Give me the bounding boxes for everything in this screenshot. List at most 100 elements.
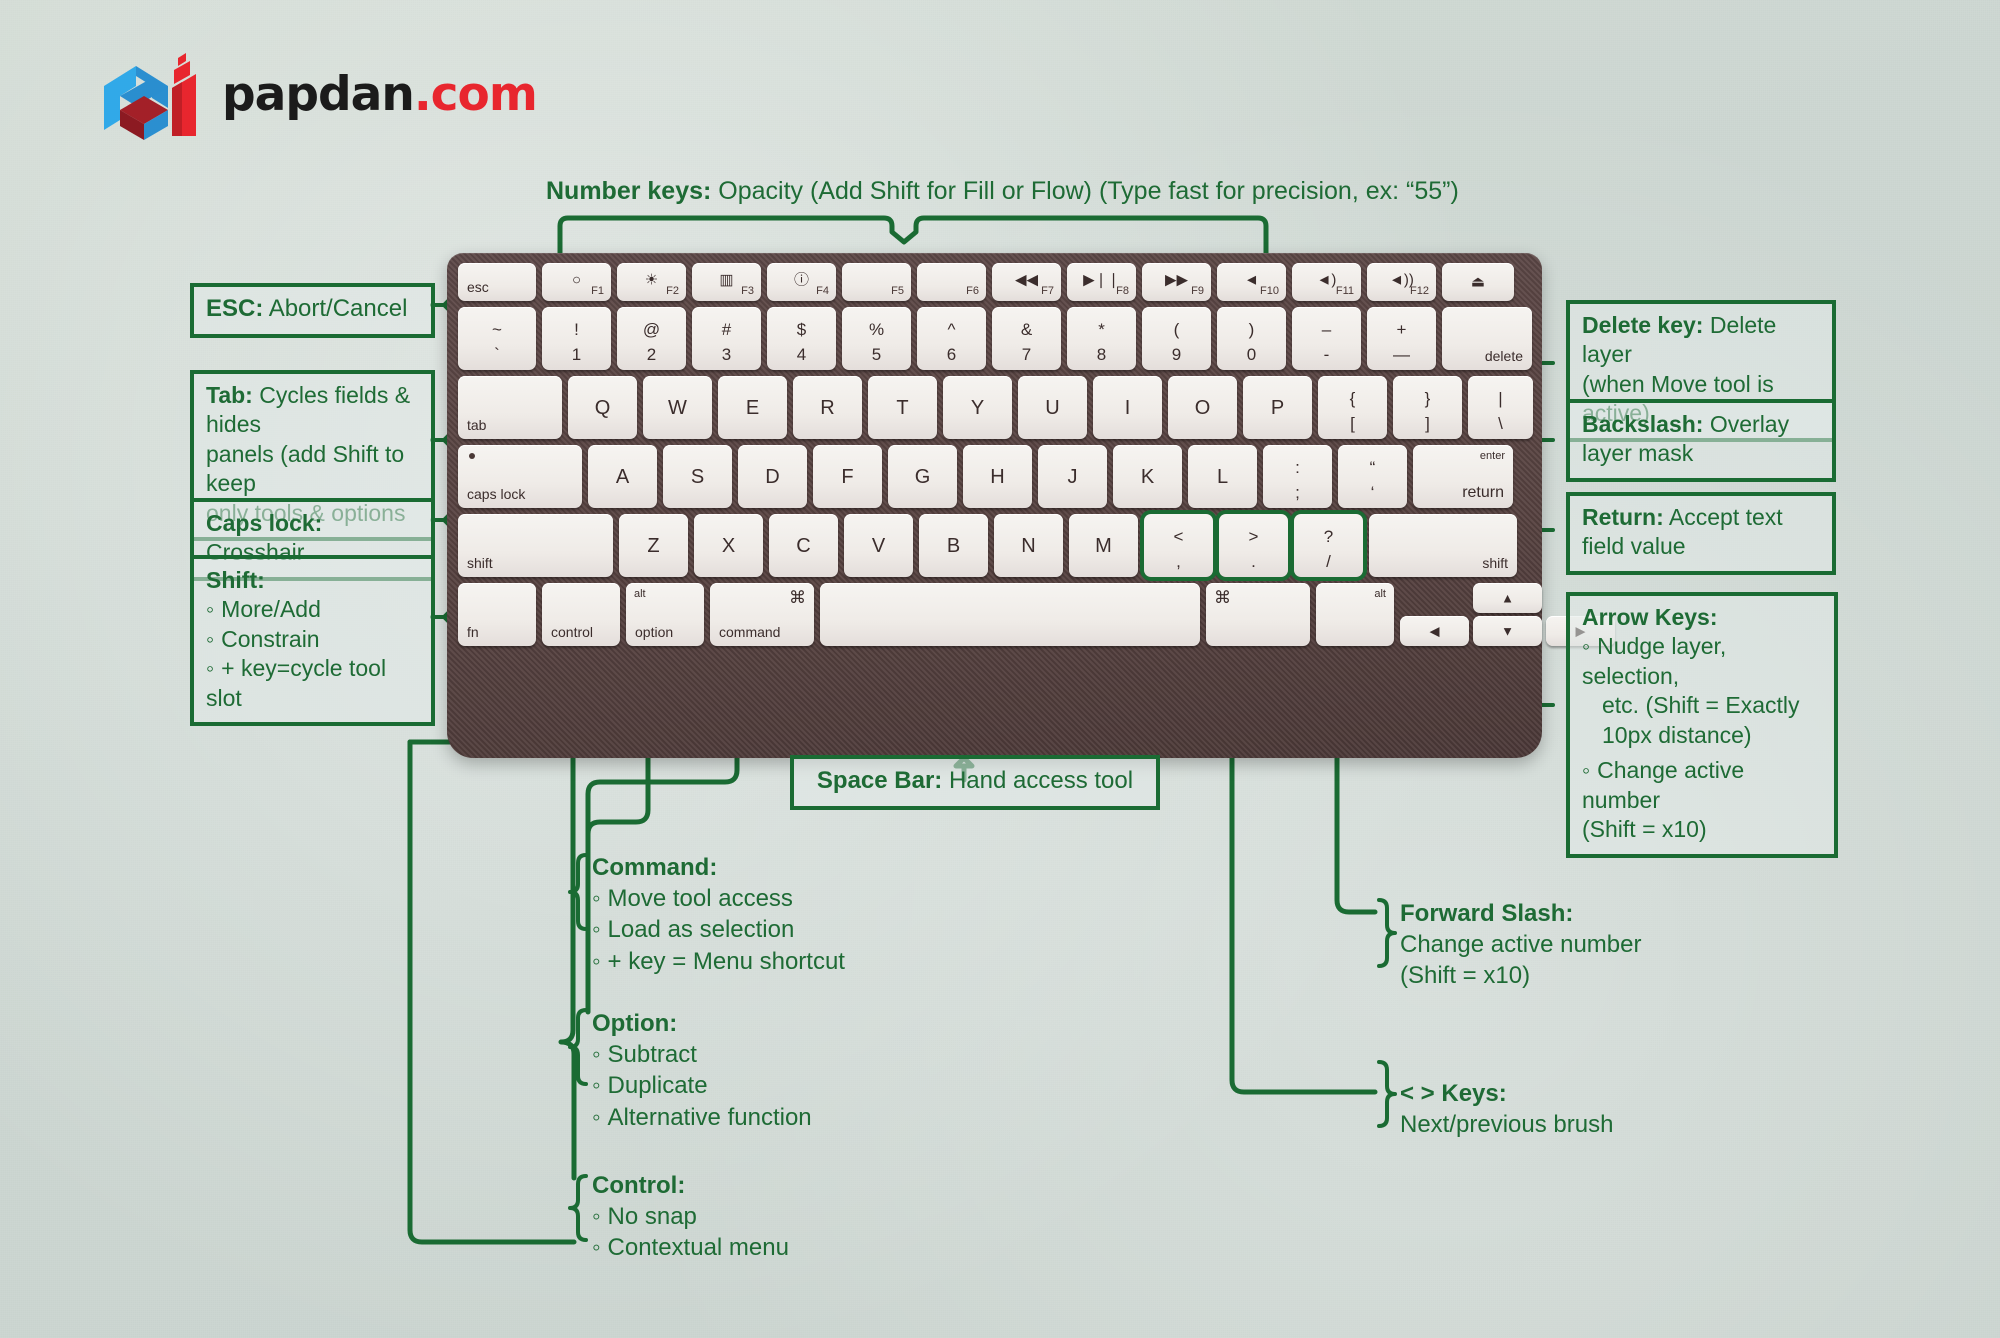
key-backtick[interactable]: ~ `	[458, 307, 536, 370]
key-space[interactable]	[820, 583, 1200, 646]
key-tab[interactable]: tab	[458, 376, 562, 439]
key-caps-lock[interactable]: caps lock	[458, 445, 582, 508]
key-command-right[interactable]: ⌘	[1206, 583, 1310, 646]
key-equals[interactable]: + —	[1367, 307, 1436, 370]
eject-icon: ⏏	[1470, 273, 1486, 291]
note-angle-keys-title: < > Keys:	[1400, 1080, 1507, 1107]
key-g[interactable]: G	[888, 445, 957, 508]
key-minus[interactable]: – -	[1292, 307, 1361, 370]
key-f9-label: F9	[1191, 285, 1204, 297]
key-comma[interactable]: <,	[1144, 514, 1213, 577]
key-f12[interactable]: ◄)) F12	[1367, 263, 1436, 301]
key-esc-label: esc	[467, 279, 489, 295]
papdan-logo[interactable]: papdan.com	[94, 48, 538, 140]
key-w[interactable]: W	[643, 376, 712, 439]
key-q[interactable]: Q	[568, 376, 637, 439]
key-s[interactable]: S	[663, 445, 732, 508]
key-x[interactable]: X	[694, 514, 763, 577]
key-n[interactable]: N	[994, 514, 1063, 577]
key-fn[interactable]: fn	[458, 583, 536, 646]
note-tab-line2: panels (add Shift to keep	[206, 440, 405, 497]
key-i[interactable]: I	[1093, 376, 1162, 439]
keyboard-qwerty-row: tab Q W E R T Y U I O P {[ }] | \	[458, 376, 1533, 439]
key-delete[interactable]: delete	[1442, 307, 1532, 370]
key-l[interactable]: L	[1188, 445, 1257, 508]
key-bracket-left-lower: [	[1350, 414, 1355, 434]
key-f10[interactable]: ◄ F10	[1217, 263, 1286, 301]
key-bracket-right[interactable]: }]	[1393, 376, 1462, 439]
key-d-label: D	[765, 465, 780, 488]
key-p[interactable]: P	[1243, 376, 1312, 439]
key-y[interactable]: Y	[943, 376, 1012, 439]
key-f7[interactable]: ◀◀ F7	[992, 263, 1061, 301]
key-backslash[interactable]: | \	[1468, 376, 1533, 439]
key-f[interactable]: F	[813, 445, 882, 508]
key-2[interactable]: @2	[617, 307, 686, 370]
key-f9[interactable]: ▶▶ F9	[1142, 263, 1211, 301]
key-e[interactable]: E	[718, 376, 787, 439]
key-t[interactable]: T	[868, 376, 937, 439]
key-m-label: M	[1095, 534, 1112, 557]
key-f4[interactable]: ⓘ F4	[767, 263, 836, 301]
key-z[interactable]: Z	[619, 514, 688, 577]
key-arrow-up[interactable]: ▲	[1473, 583, 1542, 613]
key-e-label: E	[745, 396, 760, 419]
key-v[interactable]: V	[844, 514, 913, 577]
key-h[interactable]: H	[963, 445, 1032, 508]
key-quote-upper: “	[1369, 457, 1376, 477]
launchpad-icon: ⓘ	[793, 271, 810, 289]
key-n-label: N	[1021, 534, 1036, 557]
key-7[interactable]: & 7	[992, 307, 1061, 370]
key-9[interactable]: (9	[1142, 307, 1211, 370]
key-f1[interactable]: ○ F1	[542, 263, 611, 301]
key-option-right[interactable]: alt	[1316, 583, 1394, 646]
key-period-lower: .	[1251, 552, 1256, 572]
key-semicolon[interactable]: :;	[1263, 445, 1332, 508]
key-f3[interactable]: ▥ F3	[692, 263, 761, 301]
key-option-left[interactable]: alt option	[626, 583, 704, 646]
key-k[interactable]: K	[1113, 445, 1182, 508]
key-5[interactable]: % 5	[842, 307, 911, 370]
keyboard[interactable]: esc ○ F1 ☀ F2 ▥ F3 ⓘ F4 F5 F6 ◀◀ F7 ▶❘❘ F8 ▶▶ F…	[447, 253, 1615, 758]
key-d[interactable]: D	[738, 445, 807, 508]
key-control[interactable]: control	[542, 583, 620, 646]
key-1[interactable]: ! 1	[542, 307, 611, 370]
key-v-label: V	[871, 534, 886, 557]
key-eject[interactable]: ⏏	[1442, 263, 1514, 301]
key-8[interactable]: * 8	[1067, 307, 1136, 370]
key-u[interactable]: U	[1018, 376, 1087, 439]
note-forward-slash-line2: (Shift = x10)	[1400, 962, 1531, 990]
key-shift-left[interactable]: shift	[458, 514, 613, 577]
note-shift-bullet-2: Constrain	[206, 625, 419, 654]
key-f2[interactable]: ☀ F2	[617, 263, 686, 301]
key-esc[interactable]: esc	[458, 263, 536, 301]
key-4[interactable]: $4	[767, 307, 836, 370]
key-r[interactable]: R	[793, 376, 862, 439]
key-arrow-left[interactable]: ◀	[1400, 616, 1469, 646]
key-o[interactable]: O	[1168, 376, 1237, 439]
key-arrow-down[interactable]: ▼	[1473, 616, 1542, 646]
key-f5[interactable]: F5	[842, 263, 911, 301]
key-period[interactable]: >.	[1219, 514, 1288, 577]
key-c[interactable]: C	[769, 514, 838, 577]
key-3[interactable]: #3	[692, 307, 761, 370]
key-f8[interactable]: ▶❘❘ F8	[1067, 263, 1136, 301]
key-0[interactable]: ) 0	[1217, 307, 1286, 370]
key-bracket-left[interactable]: {[	[1318, 376, 1387, 439]
note-option-bullet-2: Duplicate	[592, 1070, 812, 1101]
key-command-left[interactable]: ⌘ command	[710, 583, 814, 646]
key-m[interactable]: M	[1069, 514, 1138, 577]
key-6[interactable]: ^ 6	[917, 307, 986, 370]
key-f6[interactable]: F6	[917, 263, 986, 301]
key-shift-right[interactable]: shift	[1369, 514, 1517, 577]
key-j[interactable]: J	[1038, 445, 1107, 508]
key-a[interactable]: A	[588, 445, 657, 508]
key-return-enter-label: enter	[1479, 450, 1505, 462]
note-option-bullet-3: Alternative function	[592, 1102, 812, 1133]
key-f11[interactable]: ◄) F11	[1292, 263, 1361, 301]
key-quote[interactable]: “‘	[1338, 445, 1407, 508]
key-b[interactable]: B	[919, 514, 988, 577]
key-slash[interactable]: ? /	[1294, 514, 1363, 577]
keyboard-home-row: caps lock A S D F G H J K L :; “‘ enter r…	[458, 445, 1531, 508]
key-return[interactable]: enter return	[1413, 445, 1513, 508]
